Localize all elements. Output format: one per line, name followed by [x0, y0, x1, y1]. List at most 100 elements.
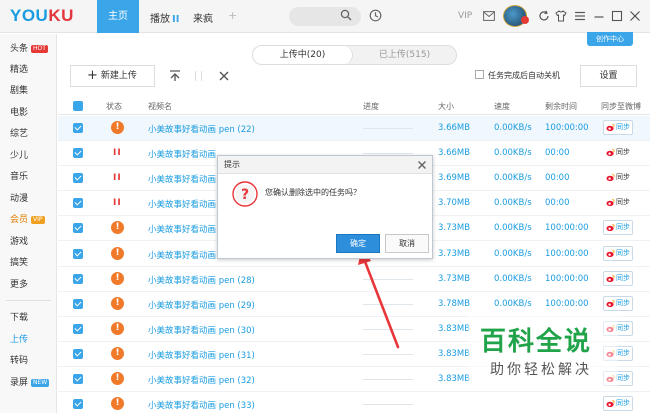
nav-laifeng-tab[interactable]: 来疯	[193, 10, 213, 25]
sidebar-item-luping[interactable]: 录屏 NEW	[0, 373, 57, 394]
add-tab-icon[interactable]: +	[228, 9, 237, 22]
row-checkbox[interactable]	[73, 323, 83, 334]
history-clock-icon[interactable]	[369, 9, 382, 22]
error-status-icon[interactable]: !	[111, 397, 124, 411]
sidebar-item-yinyue[interactable]: 音乐	[0, 167, 57, 188]
dialog-close-icon[interactable]	[417, 160, 427, 170]
row-checkbox[interactable]	[73, 273, 83, 284]
table-row[interactable]: ! 小美故事好看动画 pen (33) 同步	[58, 392, 650, 413]
sync-weibo-button[interactable]: 同步	[603, 245, 633, 261]
maximize-icon[interactable]	[611, 10, 623, 22]
settings-button[interactable]: 设置	[580, 65, 637, 87]
header-size[interactable]: 大小	[438, 101, 454, 112]
sidebar-item-toutiao[interactable]: 头条 HOT	[0, 39, 57, 60]
remaining-time: 00:00	[545, 148, 570, 159]
sync-weibo-button[interactable]: 同步	[603, 270, 633, 286]
skin-shirt-icon[interactable]	[555, 10, 567, 22]
row-checkbox[interactable]	[73, 123, 83, 133]
video-name[interactable]: 小美故事好看动画	[148, 198, 216, 210]
sync-weibo-button[interactable]: 同步	[603, 120, 633, 135]
select-all-checkbox[interactable]	[73, 101, 83, 111]
file-size: 3.69MB	[438, 173, 471, 184]
nav-play-tab[interactable]: 播放 II	[150, 10, 179, 25]
video-name[interactable]: 小美故事好看动画 pen (31)	[148, 349, 255, 361]
sync-weibo-button[interactable]: 同步	[603, 220, 633, 236]
paused-status-icon[interactable]: II	[113, 148, 122, 158]
error-status-icon[interactable]: !	[111, 296, 124, 310]
video-name[interactable]: 小美故事好看动画	[148, 148, 216, 160]
sidebar-item-shaoer[interactable]: 少儿	[0, 146, 57, 167]
video-name[interactable]: 小美故事好看动画 pen (29)	[148, 299, 255, 311]
paused-status-icon[interactable]: II	[113, 173, 122, 183]
file-size: 3.66MB	[438, 148, 471, 159]
row-checkbox[interactable]	[73, 198, 83, 209]
confirm-ok-button[interactable]: 确定	[336, 234, 380, 253]
sidebar-item-zongyi[interactable]: 综艺	[0, 124, 57, 145]
search-icon[interactable]	[340, 9, 352, 21]
nav-home-tab[interactable]: 主页	[97, 0, 139, 33]
row-checkbox[interactable]	[73, 248, 83, 259]
table-row[interactable]: ! 小美故事好看动画 pen (22) 3.66MB 0.00KB/s 100:00:0…	[58, 116, 650, 141]
auto-shutdown-checkbox[interactable]: 任务完成后自动关机	[475, 70, 560, 81]
new-upload-button[interactable]: + 新建上传	[70, 65, 155, 87]
header-name[interactable]: 视频名	[148, 101, 172, 112]
video-name[interactable]: 小美故事好看动画 pen (28)	[148, 274, 255, 286]
row-checkbox[interactable]	[73, 298, 83, 309]
sidebar-item-huiyuan[interactable]: 会员 VIP	[0, 210, 57, 231]
error-status-icon[interactable]: !	[111, 246, 124, 260]
sidebar-item-gengduo[interactable]: 更多	[0, 275, 57, 296]
create-center-button[interactable]: 创作中心	[587, 32, 633, 46]
close-window-icon[interactable]	[629, 10, 641, 22]
error-status-icon[interactable]: !	[111, 346, 124, 360]
video-name[interactable]: 小美故事好看动画 pen (33)	[148, 399, 255, 411]
row-checkbox[interactable]	[73, 148, 83, 159]
row-checkbox[interactable]	[73, 399, 83, 410]
upload-speed: 0.00KB/s	[494, 148, 532, 159]
sync-weibo-button[interactable]: 同步	[603, 170, 633, 185]
tab-uploaded[interactable]: 已上传(515)	[353, 46, 456, 64]
sync-weibo-button[interactable]: 同步	[603, 195, 633, 210]
vip-link[interactable]: VIP	[458, 11, 472, 21]
mail-icon[interactable]	[483, 11, 495, 21]
sidebar-item-dongman[interactable]: 动漫	[0, 189, 57, 210]
vip-badge: VIP	[31, 216, 45, 224]
sync-weibo-button[interactable]: 同步	[603, 145, 633, 160]
video-name[interactable]: 小美故事好看动画	[148, 249, 216, 261]
delete-x-icon[interactable]	[218, 70, 230, 82]
auto-shutdown-label: 任务完成后自动关机	[488, 71, 560, 80]
row-checkbox[interactable]	[73, 223, 83, 234]
row-checkbox[interactable]	[73, 374, 83, 384]
sidebar-item-jingxuan[interactable]: 精选	[0, 60, 57, 81]
row-checkbox[interactable]	[73, 173, 83, 184]
confirm-cancel-button[interactable]: 取消	[385, 234, 429, 253]
youku-logo[interactable]: YOUKU	[10, 6, 74, 26]
video-name[interactable]: 小美故事好看动画 pen (32)	[148, 374, 255, 386]
sidebar-item-shangchuan[interactable]: 上传	[0, 330, 57, 351]
tab-uploading[interactable]: 上传中(20)	[253, 46, 353, 64]
error-status-icon[interactable]: !	[111, 221, 124, 235]
error-status-icon[interactable]: !	[111, 321, 124, 335]
upload-speed: 0.00KB/s	[494, 298, 532, 309]
sync-weibo-button[interactable]: 同步	[603, 295, 633, 311]
refresh-icon[interactable]	[538, 10, 550, 22]
error-status-icon[interactable]: !	[111, 372, 124, 385]
minimize-icon[interactable]	[593, 10, 605, 22]
paused-status-icon[interactable]: II	[113, 198, 122, 208]
row-checkbox[interactable]	[73, 348, 83, 359]
upload-top-icon[interactable]	[169, 70, 181, 82]
sidebar-item-zhuanma[interactable]: 转码	[0, 351, 57, 372]
sidebar-item-juji[interactable]: 剧集	[0, 81, 57, 102]
sidebar-item-gaoxiao[interactable]: 搞笑	[0, 253, 57, 274]
video-name[interactable]: 小美故事好看动画	[148, 173, 216, 185]
video-name[interactable]: 小美故事好看动画	[148, 223, 216, 235]
table-row[interactable]: ! 小美故事好看动画 pen (28) 3.73MB 0.00KB/s 100:00:0…	[58, 267, 650, 292]
sidebar-item-dianying[interactable]: 电影	[0, 103, 57, 124]
video-name[interactable]: 小美故事好看动画 pen (30)	[148, 324, 255, 336]
sidebar-item-youxi[interactable]: 游戏	[0, 232, 57, 253]
sidebar-item-xiazai[interactable]: 下载	[0, 308, 57, 329]
error-status-icon[interactable]: !	[111, 121, 124, 134]
error-status-icon[interactable]: !	[111, 271, 124, 285]
sync-weibo-button[interactable]: 同步	[603, 396, 633, 412]
menu-icon[interactable]	[574, 10, 586, 22]
video-name[interactable]: 小美故事好看动画 pen (22)	[148, 123, 255, 135]
